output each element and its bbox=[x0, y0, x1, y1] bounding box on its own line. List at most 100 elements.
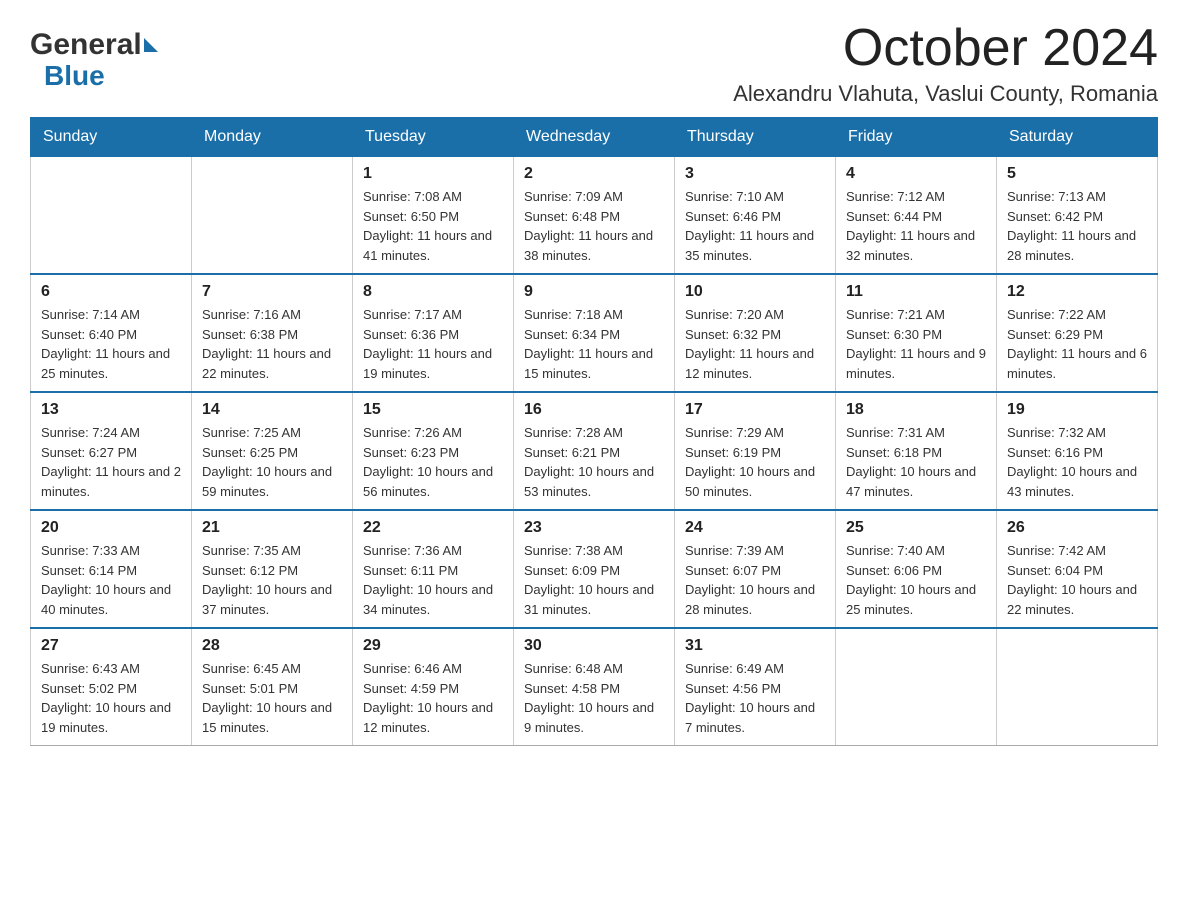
day-cell: 18Sunrise: 7:31 AMSunset: 6:18 PMDayligh… bbox=[836, 392, 997, 510]
day-cell: 7Sunrise: 7:16 AMSunset: 6:38 PMDaylight… bbox=[192, 274, 353, 392]
day-info: Sunrise: 7:26 AMSunset: 6:23 PMDaylight:… bbox=[363, 423, 503, 501]
header-wednesday: Wednesday bbox=[514, 118, 675, 157]
sunrise-text: Sunrise: 7:26 AM bbox=[363, 423, 503, 443]
daylight-text: Daylight: 11 hours and 25 minutes. bbox=[41, 344, 181, 383]
day-info: Sunrise: 7:40 AMSunset: 6:06 PMDaylight:… bbox=[846, 541, 986, 619]
header-monday: Monday bbox=[192, 118, 353, 157]
daylight-text: Daylight: 11 hours and 6 minutes. bbox=[1007, 344, 1147, 383]
daylight-text: Daylight: 11 hours and 38 minutes. bbox=[524, 226, 664, 265]
sunrise-text: Sunrise: 7:10 AM bbox=[685, 187, 825, 207]
day-cell: 15Sunrise: 7:26 AMSunset: 6:23 PMDayligh… bbox=[353, 392, 514, 510]
day-cell: 23Sunrise: 7:38 AMSunset: 6:09 PMDayligh… bbox=[514, 510, 675, 628]
sunrise-text: Sunrise: 7:12 AM bbox=[846, 187, 986, 207]
sunrise-text: Sunrise: 7:24 AM bbox=[41, 423, 181, 443]
sunset-text: Sunset: 6:09 PM bbox=[524, 561, 664, 581]
sunrise-text: Sunrise: 7:18 AM bbox=[524, 305, 664, 325]
day-info: Sunrise: 7:38 AMSunset: 6:09 PMDaylight:… bbox=[524, 541, 664, 619]
day-info: Sunrise: 7:22 AMSunset: 6:29 PMDaylight:… bbox=[1007, 305, 1147, 383]
sunrise-text: Sunrise: 7:40 AM bbox=[846, 541, 986, 561]
header-saturday: Saturday bbox=[997, 118, 1158, 157]
sunset-text: Sunset: 6:32 PM bbox=[685, 325, 825, 345]
day-info: Sunrise: 7:32 AMSunset: 6:16 PMDaylight:… bbox=[1007, 423, 1147, 501]
day-cell: 4Sunrise: 7:12 AMSunset: 6:44 PMDaylight… bbox=[836, 157, 997, 275]
header-tuesday: Tuesday bbox=[353, 118, 514, 157]
sunrise-text: Sunrise: 7:13 AM bbox=[1007, 187, 1147, 207]
sunrise-text: Sunrise: 7:42 AM bbox=[1007, 541, 1147, 561]
daylight-text: Daylight: 10 hours and 43 minutes. bbox=[1007, 462, 1147, 501]
day-info: Sunrise: 6:43 AMSunset: 5:02 PMDaylight:… bbox=[41, 659, 181, 737]
daylight-text: Daylight: 11 hours and 35 minutes. bbox=[685, 226, 825, 265]
daylight-text: Daylight: 11 hours and 19 minutes. bbox=[363, 344, 503, 383]
day-info: Sunrise: 7:20 AMSunset: 6:32 PMDaylight:… bbox=[685, 305, 825, 383]
day-info: Sunrise: 7:09 AMSunset: 6:48 PMDaylight:… bbox=[524, 187, 664, 265]
sunset-text: Sunset: 6:30 PM bbox=[846, 325, 986, 345]
day-info: Sunrise: 7:12 AMSunset: 6:44 PMDaylight:… bbox=[846, 187, 986, 265]
sunset-text: Sunset: 6:23 PM bbox=[363, 443, 503, 463]
day-number: 6 bbox=[41, 283, 181, 301]
sunset-text: Sunset: 6:34 PM bbox=[524, 325, 664, 345]
sunrise-text: Sunrise: 7:31 AM bbox=[846, 423, 986, 443]
sunrise-text: Sunrise: 7:21 AM bbox=[846, 305, 986, 325]
sunset-text: Sunset: 6:48 PM bbox=[524, 207, 664, 227]
sunrise-text: Sunrise: 6:43 AM bbox=[41, 659, 181, 679]
day-cell: 19 Sunrise: 7:32 AMSunset: 6:16 PMDayligh… bbox=[997, 392, 1158, 510]
sunset-text: Sunset: 4:56 PM bbox=[685, 679, 825, 699]
header-friday: Friday bbox=[836, 118, 997, 157]
day-info: Sunrise: 7:25 AMSunset: 6:25 PMDaylight:… bbox=[202, 423, 342, 501]
day-cell: 3Sunrise: 7:10 AMSunset: 6:46 PMDaylight… bbox=[675, 157, 836, 275]
sunrise-text: Sunrise: 6:49 AM bbox=[685, 659, 825, 679]
day-info: Sunrise: 7:35 AMSunset: 6:12 PMDaylight:… bbox=[202, 541, 342, 619]
day-number: 1 bbox=[363, 165, 503, 183]
day-cell: 14Sunrise: 7:25 AMSunset: 6:25 PMDayligh… bbox=[192, 392, 353, 510]
sunset-text: Sunset: 6:07 PM bbox=[685, 561, 825, 581]
day-cell: 31Sunrise: 6:49 AMSunset: 4:56 PMDayligh… bbox=[675, 628, 836, 746]
day-number: 18 bbox=[846, 401, 986, 419]
week-row-5: 27 Sunrise: 6:43 AMSunset: 5:02 PMDayligh… bbox=[31, 628, 1158, 746]
day-cell: 11Sunrise: 7:21 AMSunset: 6:30 PMDayligh… bbox=[836, 274, 997, 392]
day-cell: 9Sunrise: 7:18 AMSunset: 6:34 PMDaylight… bbox=[514, 274, 675, 392]
week-row-2: 6Sunrise: 7:14 AMSunset: 6:40 PMDaylight… bbox=[31, 274, 1158, 392]
sunset-text: Sunset: 6:12 PM bbox=[202, 561, 342, 581]
daylight-text: Daylight: 10 hours and 50 minutes. bbox=[685, 462, 825, 501]
day-info: Sunrise: 6:45 AMSunset: 5:01 PMDaylight:… bbox=[202, 659, 342, 737]
day-info: Sunrise: 7:24 AMSunset: 6:27 PMDaylight:… bbox=[41, 423, 181, 501]
sunset-text: Sunset: 6:06 PM bbox=[846, 561, 986, 581]
logo-blue-text: Blue bbox=[44, 60, 105, 92]
sunrise-text: Sunrise: 7:17 AM bbox=[363, 305, 503, 325]
day-number: 26 bbox=[1007, 519, 1147, 537]
daylight-text: Daylight: 11 hours and 32 minutes. bbox=[846, 226, 986, 265]
day-cell: 8Sunrise: 7:17 AMSunset: 6:36 PMDaylight… bbox=[353, 274, 514, 392]
day-cell: 25 Sunrise: 7:40 AMSunset: 6:06 PMDayligh… bbox=[836, 510, 997, 628]
sunset-text: Sunset: 6:25 PM bbox=[202, 443, 342, 463]
day-cell: 27 Sunrise: 6:43 AMSunset: 5:02 PMDayligh… bbox=[31, 628, 192, 746]
day-cell bbox=[836, 628, 997, 746]
sunrise-text: Sunrise: 7:35 AM bbox=[202, 541, 342, 561]
day-number: 21 bbox=[202, 519, 342, 537]
page-header: General Blue October 2024 Alexandru Vlah… bbox=[30, 20, 1158, 107]
day-info: Sunrise: 6:46 AMSunset: 4:59 PMDaylight:… bbox=[363, 659, 503, 737]
day-number: 19 bbox=[1007, 401, 1147, 419]
daylight-text: Daylight: 10 hours and 34 minutes. bbox=[363, 580, 503, 619]
sunrise-text: Sunrise: 7:33 AM bbox=[41, 541, 181, 561]
day-number: 5 bbox=[1007, 165, 1147, 183]
day-info: Sunrise: 7:10 AMSunset: 6:46 PMDaylight:… bbox=[685, 187, 825, 265]
day-number: 31 bbox=[685, 637, 825, 655]
day-number: 25 bbox=[846, 519, 986, 537]
daylight-text: Daylight: 10 hours and 12 minutes. bbox=[363, 698, 503, 737]
daylight-text: Daylight: 10 hours and 53 minutes. bbox=[524, 462, 664, 501]
day-info: Sunrise: 7:42 AMSunset: 6:04 PMDaylight:… bbox=[1007, 541, 1147, 619]
day-cell: 30Sunrise: 6:48 AMSunset: 4:58 PMDayligh… bbox=[514, 628, 675, 746]
day-cell: 13Sunrise: 7:24 AMSunset: 6:27 PMDayligh… bbox=[31, 392, 192, 510]
daylight-text: Daylight: 10 hours and 56 minutes. bbox=[363, 462, 503, 501]
week-row-3: 13Sunrise: 7:24 AMSunset: 6:27 PMDayligh… bbox=[31, 392, 1158, 510]
sunset-text: Sunset: 6:18 PM bbox=[846, 443, 986, 463]
month-title: October 2024 bbox=[733, 20, 1158, 77]
daylight-text: Daylight: 10 hours and 59 minutes. bbox=[202, 462, 342, 501]
sunrise-text: Sunrise: 7:25 AM bbox=[202, 423, 342, 443]
sunrise-text: Sunrise: 7:20 AM bbox=[685, 305, 825, 325]
day-number: 27 bbox=[41, 637, 181, 655]
day-info: Sunrise: 7:13 AMSunset: 6:42 PMDaylight:… bbox=[1007, 187, 1147, 265]
week-row-4: 20Sunrise: 7:33 AMSunset: 6:14 PMDayligh… bbox=[31, 510, 1158, 628]
day-cell: 6Sunrise: 7:14 AMSunset: 6:40 PMDaylight… bbox=[31, 274, 192, 392]
sunrise-text: Sunrise: 7:38 AM bbox=[524, 541, 664, 561]
